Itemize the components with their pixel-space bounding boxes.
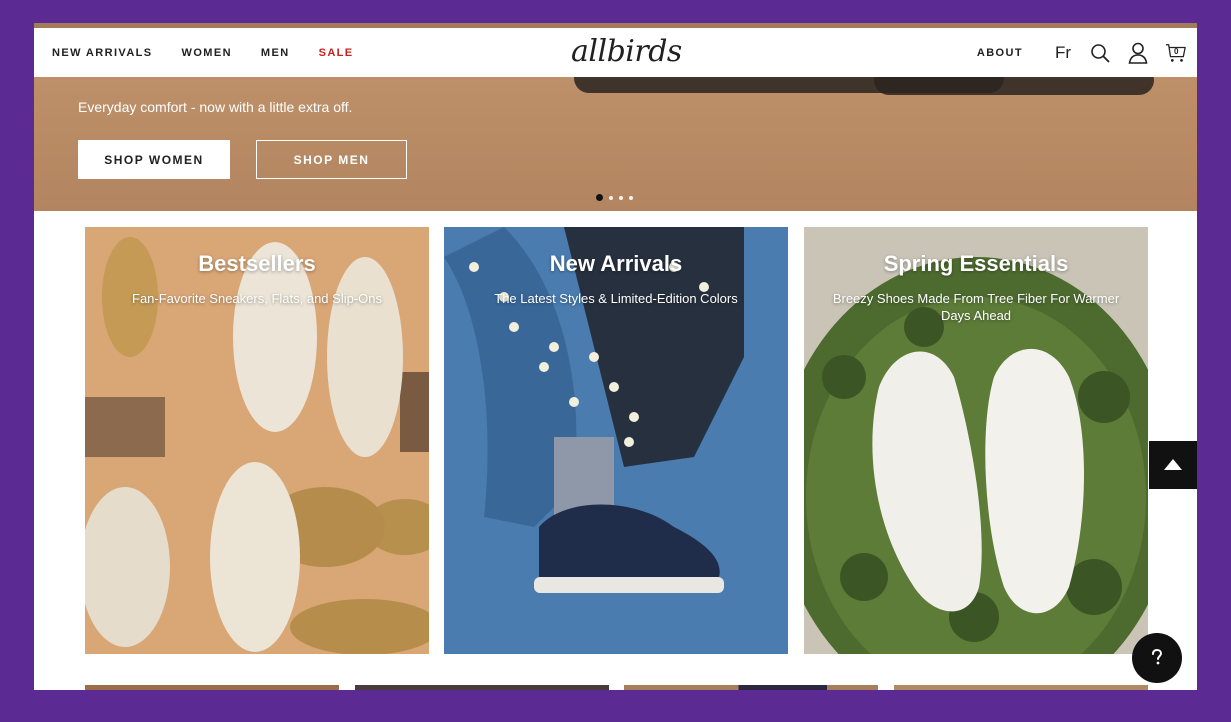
shop-men-button[interactable]: SHOP MEN [256,140,407,179]
cart-icon[interactable]: 0 [1165,42,1187,64]
primary-nav: NEW ARRIVALS WOMEN MEN SALE [52,28,354,77]
help-button[interactable] [1132,633,1182,683]
question-icon [1152,648,1163,665]
next-tile-2[interactable] [355,685,609,690]
account-icon[interactable] [1127,42,1149,64]
tile-title: New Arrivals [549,251,683,276]
next-tile-3[interactable] [624,685,878,690]
nav-men[interactable]: MEN [261,47,290,59]
top-navigation: NEW ARRIVALS WOMEN MEN SALE allbirds ABO… [34,28,1197,77]
nav-sale[interactable]: SALE [319,47,354,59]
carousel-dot-2[interactable] [609,195,613,200]
nav-women[interactable]: WOMEN [182,47,232,59]
tile-subtitle: Breezy Shoes Made From Tree Fiber For Wa… [832,291,1120,323]
next-tile-1[interactable] [85,685,339,690]
carousel-dots [596,194,633,201]
cart-count: 0 [1174,46,1179,56]
utility-nav: ABOUT Fr 0 [977,28,1187,77]
category-tile-new-arrivals[interactable]: New Arrivals The Latest Styles & Limited… [444,227,788,654]
category-tile-spring-essentials[interactable]: Spring Essentials Breezy Shoes Made From… [804,227,1148,654]
nav-new-arrivals[interactable]: NEW ARRIVALS [52,47,153,59]
tile-subtitle: Fan-Favorite Sneakers, Flats, and Slip-O… [132,291,382,306]
category-tile-bestsellers[interactable]: Bestsellers Fan-Favorite Sneakers, Flats… [85,227,429,654]
carousel-dot-1[interactable] [596,194,603,201]
carousel-dot-3[interactable] [619,195,623,200]
nav-about[interactable]: ABOUT [977,47,1023,59]
tile-title: Spring Essentials [883,251,1069,276]
next-tile-4[interactable] [894,685,1148,690]
browser-viewport: Everyday comfort - now with a little ext… [34,23,1197,690]
tile-subtitle: The Latest Styles & Limited-Edition Colo… [494,291,738,306]
search-icon[interactable] [1089,42,1111,64]
shop-women-button[interactable]: SHOP WOMEN [78,140,230,179]
back-to-top-button[interactable] [1149,441,1197,489]
language-switch[interactable]: Fr [1055,43,1071,63]
carousel-dot-4[interactable] [629,195,633,200]
arrow-up-icon [1164,459,1182,470]
hero-subtitle: Everyday comfort - now with a little ext… [78,99,353,115]
brand-logo[interactable]: allbirds [571,34,682,69]
tile-title: Bestsellers [198,251,316,276]
